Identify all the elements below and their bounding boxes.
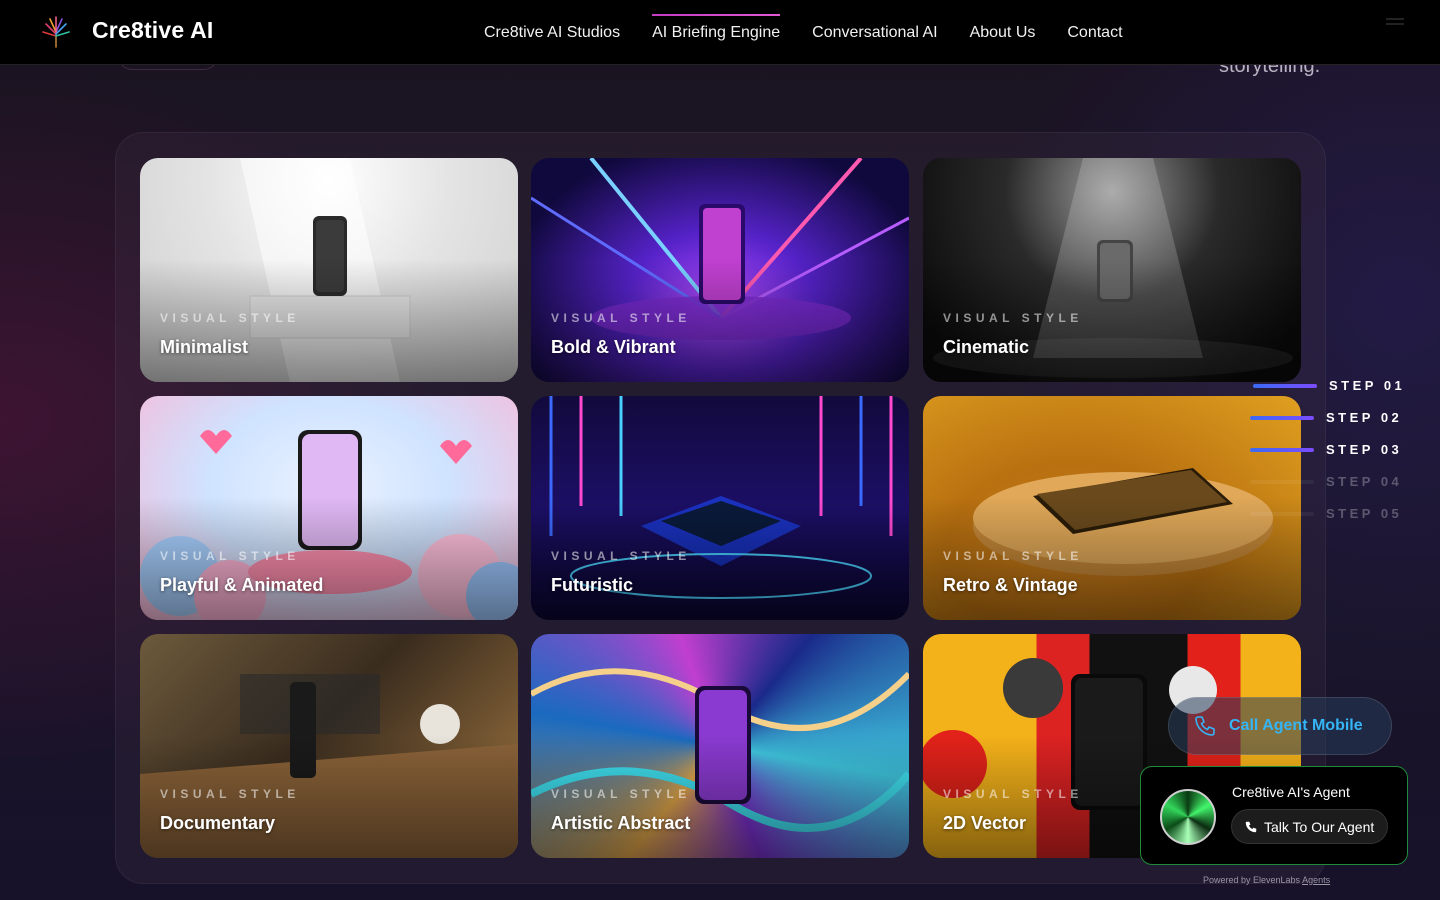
- card-title: Futuristic: [551, 575, 634, 595]
- card-eyebrow: VISUAL STYLE: [160, 549, 300, 563]
- step-04[interactable]: STEP 04: [1250, 472, 1420, 504]
- phone-icon: [1195, 716, 1215, 736]
- card-title: Minimalist: [160, 337, 249, 357]
- call-agent-mobile-label: Call Agent Mobile: [1229, 717, 1363, 734]
- card-eyebrow: VISUAL STYLE: [943, 311, 1083, 325]
- card-title: Documentary: [160, 813, 276, 833]
- nav-item-briefing-engine[interactable]: AI Briefing Engine: [652, 13, 781, 42]
- tree-logo-icon[interactable]: [38, 14, 74, 50]
- talk-to-agent-label: Talk To Our Agent: [1264, 818, 1375, 835]
- step-05[interactable]: STEP 05: [1250, 504, 1420, 536]
- card-title: Artistic Abstract: [551, 813, 691, 833]
- style-card-futuristic[interactable]: VISUAL STYLE Futuristic: [531, 396, 909, 620]
- phone-icon: [1245, 821, 1257, 832]
- style-card-retro-vintage[interactable]: VISUAL STYLE Retro & Vintage: [923, 396, 1301, 620]
- step-02[interactable]: STEP 02: [1250, 408, 1420, 440]
- powered-by-footer: Powered by ElevenLabs Agents: [1203, 875, 1330, 885]
- style-card-documentary[interactable]: VISUAL STYLE Documentary: [140, 634, 518, 858]
- card-eyebrow: VISUAL STYLE: [160, 787, 300, 801]
- agents-link[interactable]: Agents: [1302, 875, 1330, 885]
- card-title: Playful & Animated: [160, 575, 324, 595]
- style-card-cinematic[interactable]: VISUAL STYLE Cinematic: [923, 158, 1301, 382]
- nav-item-contact[interactable]: Contact: [1067, 24, 1122, 42]
- card-title: Bold & Vibrant: [551, 337, 676, 357]
- nav-item-about[interactable]: About Us: [970, 24, 1036, 42]
- card-eyebrow: VISUAL STYLE: [943, 787, 1083, 801]
- style-card-minimalist[interactable]: VISUAL STYLE Minimalist: [140, 158, 518, 382]
- powered-by-text: Powered by ElevenLabs: [1203, 875, 1301, 885]
- step-progress-indicator: STEP 01 STEP 02 STEP 03 STEP 04 STEP 05: [1250, 376, 1420, 536]
- card-eyebrow: VISUAL STYLE: [551, 311, 691, 325]
- brand-name[interactable]: Cre8tive AI: [92, 17, 214, 44]
- step-03[interactable]: STEP 03: [1250, 440, 1420, 472]
- agent-orb-avatar: [1160, 789, 1216, 845]
- talk-to-agent-button[interactable]: Talk To Our Agent: [1231, 809, 1388, 844]
- call-agent-mobile-button[interactable]: Call Agent Mobile: [1168, 697, 1392, 755]
- nav-item-conversational-ai[interactable]: Conversational AI: [812, 24, 937, 42]
- style-card-playful-animated[interactable]: VISUAL STYLE Playful & Animated: [140, 396, 518, 620]
- card-eyebrow: VISUAL STYLE: [551, 787, 691, 801]
- card-title: Cinematic: [943, 337, 1030, 357]
- style-card-artistic-abstract[interactable]: VISUAL STYLE Artistic Abstract: [531, 634, 909, 858]
- card-eyebrow: VISUAL STYLE: [551, 549, 691, 563]
- card-title: 2D Vector: [943, 813, 1027, 833]
- agent-widget: Cre8tive AI's Agent Talk To Our Agent: [1140, 766, 1408, 865]
- card-title: Retro & Vintage: [943, 575, 1078, 595]
- menu-icon[interactable]: [1386, 18, 1404, 30]
- agent-name: Cre8tive AI's Agent: [1232, 784, 1350, 800]
- style-card-bold-vibrant[interactable]: VISUAL STYLE Bold & Vibrant: [531, 158, 909, 382]
- step-01[interactable]: STEP 01: [1250, 376, 1420, 408]
- card-eyebrow: VISUAL STYLE: [943, 549, 1083, 563]
- top-navigation-bar: Cre8tive AI Cre8tive AI Studios AI Brief…: [0, 0, 1440, 65]
- nav-item-studios[interactable]: Cre8tive AI Studios: [484, 24, 620, 42]
- main-nav: Cre8tive AI Studios AI Briefing Engine C…: [484, 0, 1123, 65]
- card-eyebrow: VISUAL STYLE: [160, 311, 300, 325]
